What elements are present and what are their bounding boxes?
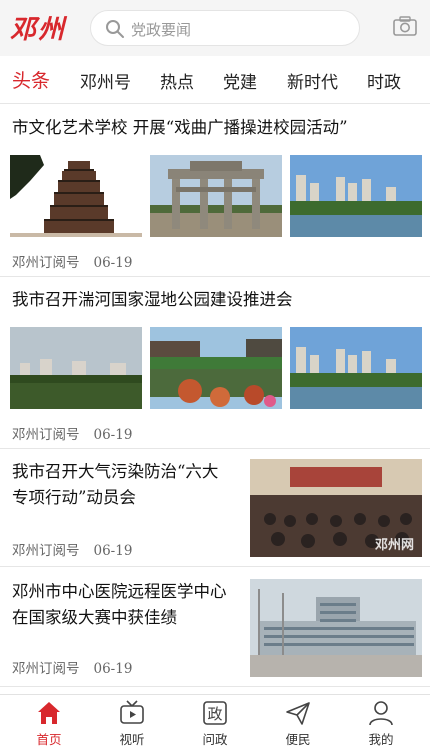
news-title: 市文化艺术学校 开展“戏曲广播操进校园活动” [12,118,348,137]
nav-home-label: 首页 [36,732,62,747]
news-item[interactable]: 我市召开大气污染防治“六大 专项行动”动员会 邓州网 邓州订阅号 06-19 [0,449,430,567]
news-title: 我市召开湍河国家湿地公园建设推进会 [12,290,293,309]
user-icon [351,699,411,727]
news-source: 邓州订阅号 [12,543,80,559]
tab-shizheng[interactable]: 时政 [367,68,401,93]
nav-wode[interactable]: 我的 [351,699,411,748]
search-placeholder: 党政要闻 [131,21,192,39]
news-title: 邓州市中心医院远程医学中心 在国家级大赛中获佳绩 [12,582,227,627]
nav-home[interactable]: 首页 [19,699,79,748]
news-date: 06-19 [93,543,133,559]
news-item[interactable]: 邓州市中心医院远程医学中心 在国家级大赛中获佳绩 邓州订阅号 06-19 [0,567,430,687]
news-meta: 邓州订阅号 06-19 [12,423,132,443]
garden-pond-image [150,327,282,409]
tab-xinshidai[interactable]: 新时代 [287,68,338,93]
category-tabs: 头条 邓州号 热点 党建 新时代 时政 [0,56,430,104]
nav-wenzheng[interactable]: 政 问政 [185,699,245,748]
news-meta: 邓州订阅号 06-19 [12,657,132,677]
news-meta: 邓州订阅号 06-19 [12,251,132,271]
app-logo: 邓州 [10,15,67,45]
watermark-text: 邓州网 [374,538,414,553]
news-date: 06-19 [93,661,133,677]
news-item[interactable]: 我市召开湍河国家湿地公园建设推进会 邓州订阅号 06-19 [0,277,430,449]
tab-dangjian[interactable]: 党建 [223,68,257,93]
nav-bianmin-label: 便民 [285,732,311,747]
nav-shiting-label: 视听 [119,732,145,747]
news-date: 06-19 [93,255,133,271]
bottom-nav: 首页 视听 政 问政 便民 我的 [0,694,430,750]
news-source: 邓州订阅号 [12,661,80,677]
send-icon [268,699,328,727]
news-date: 06-19 [93,427,133,443]
pagoda-image [10,155,142,237]
camera-icon[interactable] [393,16,417,40]
memorial-arch-image [150,155,282,237]
news-source: 邓州订阅号 [12,427,80,443]
news-meta: 邓州订阅号 06-19 [12,539,132,559]
wetland-city-image [10,327,142,409]
news-source: 邓州订阅号 [12,255,80,271]
tab-dengzhouhao[interactable]: 邓州号 [80,68,131,93]
nav-wenzheng-label: 问政 [202,732,228,747]
tab-redian[interactable]: 热点 [160,68,194,93]
tab-toutiao[interactable]: 头条 [12,66,50,93]
nav-bianmin[interactable]: 便民 [268,699,328,748]
search-bar[interactable]: 党政要闻 [90,10,360,46]
wenzheng-icon: 政 [185,699,245,727]
city-lake-image [290,155,422,237]
tv-icon [102,699,162,727]
nav-wode-label: 我的 [368,732,394,747]
home-icon [19,699,79,727]
svg-text:政: 政 [207,705,222,723]
hospital-building-image [250,579,422,677]
city-lake-image [290,327,422,409]
search-icon [105,19,125,43]
news-title: 我市召开大气污染防治“六大 专项行动”动员会 [12,462,219,507]
meeting-hall-image: 邓州网 [250,459,422,557]
news-item[interactable]: 市文化艺术学校 开展“戏曲广播操进校园活动” 邓州订阅号 06-19 [0,105,430,277]
nav-shiting[interactable]: 视听 [102,699,162,748]
top-header: 邓州 党政要闻 [0,0,430,56]
